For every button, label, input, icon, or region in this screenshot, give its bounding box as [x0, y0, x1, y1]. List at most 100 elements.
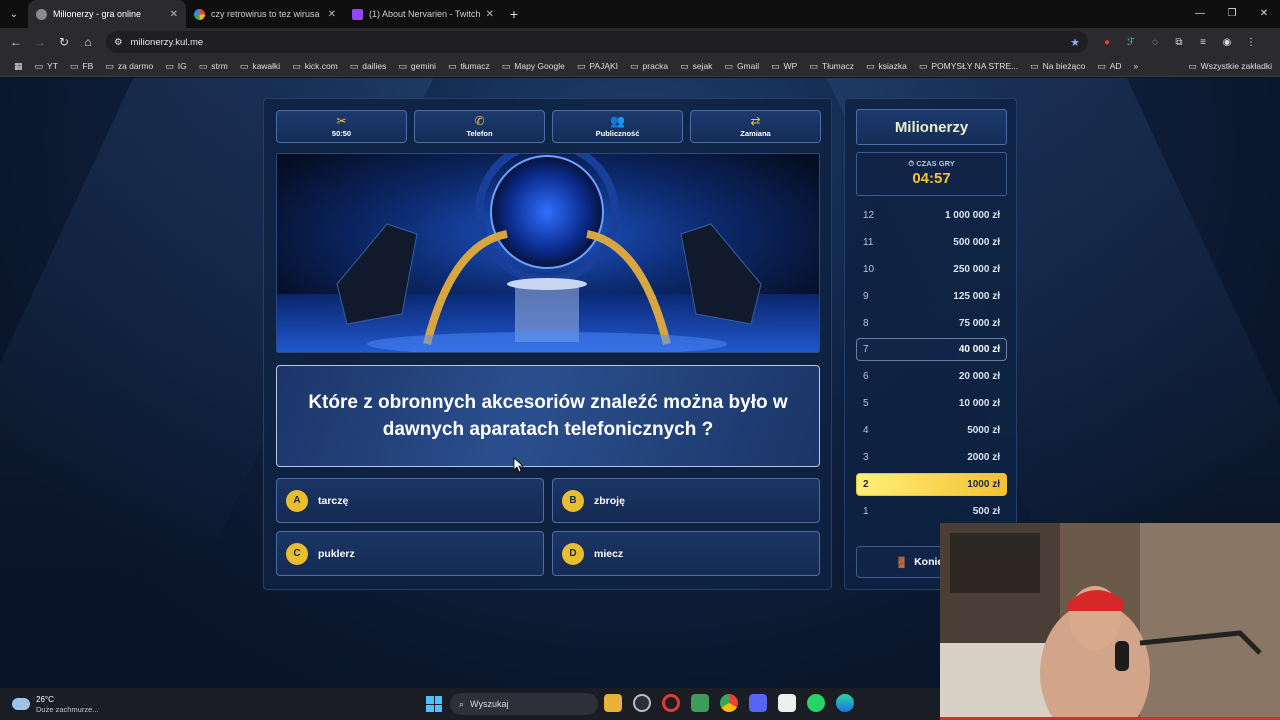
- bookmark-icon: ▭: [1097, 60, 1106, 71]
- close-icon[interactable]: ✕: [486, 9, 494, 20]
- shield-icon[interactable]: [691, 694, 709, 712]
- restore-icon[interactable]: ❐: [1216, 0, 1248, 28]
- bookmark-item[interactable]: ▭ za darmo: [99, 61, 159, 72]
- media-icon[interactable]: ≡: [1196, 35, 1210, 49]
- extension-icon[interactable]: ◌: [1148, 35, 1162, 49]
- lifeline-button[interactable]: ⇄ Zamiana: [690, 110, 821, 143]
- app-icon[interactable]: [633, 694, 651, 712]
- answer-option[interactable]: Bzbroję: [552, 478, 820, 523]
- start-icon[interactable]: [426, 696, 442, 712]
- prize-level: 11 500 000 zł: [856, 231, 1007, 254]
- close-icon[interactable]: ✕: [170, 9, 178, 20]
- bookmark-item[interactable]: ▭ IG: [159, 61, 193, 72]
- lifeline-label: Telefon: [466, 129, 493, 138]
- answers-grid: Atarczę Bzbroję Cpuklerz Dmiecz: [276, 478, 820, 576]
- browser-tabbar: ⌄ Milionerzy - gra online ✕ czy retrowir…: [0, 0, 1280, 28]
- level-number: 5: [863, 398, 869, 410]
- more-bookmarks-icon[interactable]: »: [1128, 61, 1145, 71]
- bookmark-icon: ▭: [69, 60, 79, 71]
- bookmark-label: Na bieżąco: [1042, 61, 1086, 71]
- level-number: 7: [863, 344, 869, 356]
- level-number: 4: [863, 425, 869, 437]
- bookmark-item[interactable]: ▭ WP: [765, 61, 803, 72]
- prize-level: 12 1 000 000 zł: [856, 204, 1007, 227]
- bookmark-item[interactable]: ▭ pracka: [624, 61, 674, 72]
- bookmark-item[interactable]: ▭ ksiazka: [860, 61, 913, 72]
- new-tab-icon[interactable]: +: [502, 6, 526, 22]
- end-game-label: Konie: [914, 556, 944, 568]
- level-amount: 75 000 zł: [958, 317, 1000, 329]
- answer-option[interactable]: Dmiecz: [552, 531, 820, 576]
- bookmark-item[interactable]: ▭ kick.com: [286, 61, 344, 72]
- lifeline-button[interactable]: 👥 Publiczność: [552, 110, 683, 143]
- lifeline-button[interactable]: ✆ Telefon: [414, 110, 545, 143]
- close-icon[interactable]: ✕: [328, 9, 336, 20]
- minimize-icon[interactable]: —: [1184, 0, 1216, 28]
- bookmark-item[interactable]: ▭ YT: [29, 61, 64, 72]
- search-icon: ⌕: [459, 698, 465, 709]
- bookmark-icon: ▭: [866, 60, 875, 71]
- bookmark-item[interactable]: ▭ tłumacz: [442, 61, 496, 72]
- url-field[interactable]: ⚙ milionerzy.kul.me ★: [106, 31, 1088, 53]
- tab-active[interactable]: Milionerzy - gra online ✕: [28, 0, 186, 28]
- bookmark-item[interactable]: ▭ gemini: [392, 61, 442, 72]
- bookmark-label: IG: [177, 61, 187, 71]
- forward-icon[interactable]: →: [28, 35, 52, 49]
- bookmark-icon: ▭: [198, 60, 208, 71]
- prize-level: 10 250 000 zł: [856, 258, 1007, 281]
- level-amount: 40 000 zł: [958, 344, 1000, 356]
- apps-icon[interactable]: ▦: [8, 61, 29, 72]
- reload-icon[interactable]: ↻: [52, 35, 76, 49]
- bookmark-item[interactable]: ▭ strm: [193, 61, 234, 72]
- bookmark-item[interactable]: ▭ Mapy Google: [496, 61, 571, 72]
- whatsapp-icon[interactable]: [807, 694, 825, 712]
- game-panel: ✂ 50:50 ✆ Telefon 👥 Publiczność ⇄ Zamiana: [263, 98, 832, 590]
- menu-icon[interactable]: ⋮: [1244, 35, 1258, 49]
- profile-icon[interactable]: ◉: [1220, 35, 1234, 49]
- bookmark-item[interactable]: ▭ sejak: [674, 61, 718, 72]
- answer-option[interactable]: Cpuklerz: [276, 531, 544, 576]
- puzzle-icon[interactable]: ⧉: [1172, 35, 1186, 49]
- answer-option[interactable]: Atarczę: [276, 478, 544, 523]
- weather-widget[interactable]: 26°C Duże zachmurze...: [0, 695, 99, 714]
- bookmark-icon: ▭: [576, 60, 586, 71]
- edge-icon[interactable]: [836, 694, 854, 712]
- taskbar-search[interactable]: ⌕ Wyszukaj: [450, 693, 598, 715]
- discord-icon[interactable]: [749, 694, 767, 712]
- home-icon[interactable]: ⌂: [76, 35, 100, 49]
- site-info-icon[interactable]: ⚙: [114, 37, 123, 48]
- tab-search-icon[interactable]: ⌄: [0, 0, 28, 28]
- answer-letter: A: [286, 489, 308, 512]
- bookmark-item[interactable]: ▭ PAJĄKI: [571, 61, 624, 72]
- record-icon[interactable]: ●: [1100, 35, 1114, 49]
- bookmark-item[interactable]: ▭ Na bieżąco: [1024, 61, 1091, 72]
- bookmark-item[interactable]: ▭ AD: [1091, 61, 1127, 72]
- bookmark-item[interactable]: ▭ Gmail: [718, 61, 765, 72]
- audience-icon: 👥: [610, 114, 625, 128]
- bookmark-label: dailies: [362, 61, 387, 71]
- close-window-icon[interactable]: ✕: [1248, 0, 1280, 28]
- bookmark-icon: ▭: [724, 60, 733, 71]
- chrome-icon[interactable]: [720, 694, 738, 712]
- tab-google[interactable]: czy retrowirus to tez wirusa - Sz ✕: [186, 0, 344, 28]
- timer-value: 04:57: [912, 170, 951, 187]
- bookmark-label: WP: [783, 61, 798, 71]
- bookmark-star-icon[interactable]: ★: [1070, 36, 1080, 49]
- explorer-icon[interactable]: [604, 694, 622, 712]
- bookmark-item[interactable]: ▭ dailies: [344, 61, 393, 72]
- prize-level: 6 20 000 zł: [856, 365, 1007, 388]
- studio-image: [276, 153, 820, 353]
- notes-icon[interactable]: [778, 694, 796, 712]
- bookmark-item[interactable]: ▭ POMYSŁY NA STRE...: [913, 61, 1024, 72]
- side-panel: Milionerzy ⏱ CZAS GRY 04:57 12 1 000 000 …: [844, 98, 1017, 590]
- bookmark-all[interactable]: ▭ Wszystkie zakładki: [1182, 61, 1280, 72]
- lifeline-button[interactable]: ✂ 50:50: [276, 110, 407, 143]
- back-icon[interactable]: ←: [4, 35, 28, 49]
- tab-twitch[interactable]: (1) About Nervarien - Twitch ✕: [344, 0, 502, 28]
- bookmark-icon: ▭: [239, 60, 249, 71]
- translate-ext-icon[interactable]: ℱ: [1124, 35, 1138, 49]
- bookmark-item[interactable]: ▭ Tłumacz: [803, 61, 860, 72]
- bookmark-item[interactable]: ▭ kawałki: [234, 61, 286, 72]
- bookmark-item[interactable]: ▭ FB: [64, 61, 99, 72]
- opera-icon[interactable]: [662, 694, 680, 712]
